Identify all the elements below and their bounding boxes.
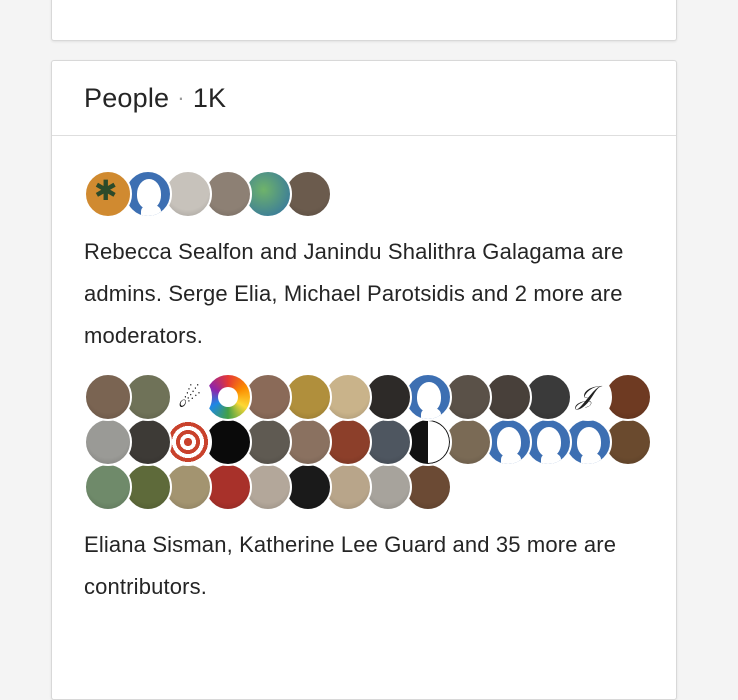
previous-card [51, 0, 677, 41]
people-card-body: ✱ Rebecca Sealfon and Janindu Shalithra … [52, 136, 676, 608]
maple-leaf-avatar[interactable]: ✱ [84, 170, 132, 218]
contributor-avatar-list: ☄ 𝒥 [84, 373, 652, 511]
admins-text: Rebecca Sealfon and Janindu Shalithra Ga… [84, 239, 624, 348]
user-avatar[interactable] [84, 418, 132, 466]
admin-avatar-list: ✱ [84, 170, 644, 218]
separator-dot: · [177, 85, 185, 110]
people-card: People · 1K ✱ Rebecca Sealfon and Janind… [51, 60, 677, 700]
contributors-text: Eliana Sisman, Katherine Lee Guard and 3… [84, 532, 617, 599]
people-count: 1K [192, 82, 227, 113]
people-card-header: People · 1K [52, 61, 676, 136]
user-avatar[interactable] [84, 463, 132, 511]
people-title[interactable]: People [84, 83, 169, 114]
user-avatar[interactable] [84, 373, 132, 421]
